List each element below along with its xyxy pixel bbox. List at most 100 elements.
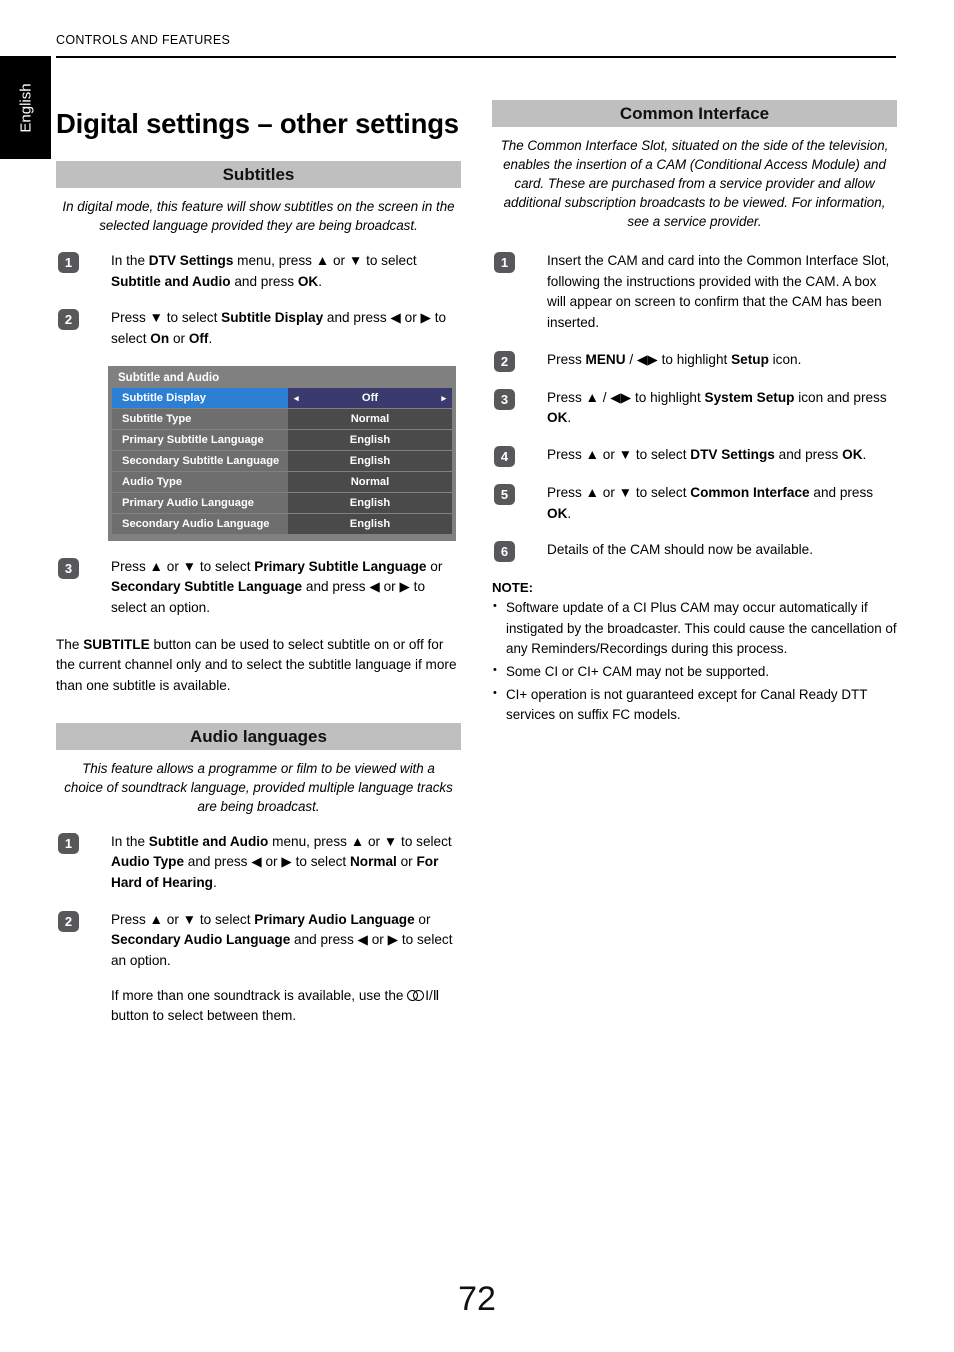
step-part-bold: DTV Settings [148, 253, 234, 269]
tv-menu-row-value[interactable]: Normal [288, 471, 452, 492]
step-badge: 1 [58, 252, 79, 274]
audio-languages-intro: This feature allows a programme or film … [64, 760, 453, 814]
step-badge: 6 [494, 541, 515, 563]
step-item: 5 Press ▲ or ▼ to select Common Interfac… [492, 483, 897, 524]
step-part: . [567, 505, 572, 521]
step-text: In the Subtitle and Audio menu, press ▲ … [111, 832, 461, 894]
step-text: Press ▲ or ▼ to select Common Interface … [547, 483, 897, 524]
tv-menu-row-value[interactable]: ◂ Off ▸ [288, 387, 452, 408]
step-part: menu, press ▲ or ▼ to select [268, 833, 452, 849]
step-part: and press [774, 447, 843, 463]
tv-menu-row-label: Secondary Subtitle Language [112, 450, 288, 471]
step-part: or [169, 331, 189, 347]
step-text: Details of the CAM should now be availab… [547, 542, 813, 558]
step-item: 2 Press ▼ to select Subtitle Display and… [56, 308, 461, 349]
subtitle-button-paragraph: The SUBTITLE button can be used to selec… [56, 635, 461, 697]
tv-menu-row-value[interactable]: Normal [288, 408, 452, 429]
step-badge: 2 [58, 910, 79, 932]
step-item: 1 Insert the CAM and card into the Commo… [492, 251, 897, 334]
step-item: 3 Press ▲ / ◀▶ to highlight System Setup… [492, 388, 897, 429]
soundtrack-note: If more than one soundtrack is available… [111, 986, 461, 1027]
step-item: 2 Press ▲ or ▼ to select Primary Audio L… [56, 910, 461, 1027]
note-part: If more than one soundtrack is available… [111, 987, 408, 1003]
step-part-bold: Subtitle Display [221, 310, 324, 326]
step-text: Press ▼ to select Subtitle Display and p… [111, 308, 461, 349]
tv-menu-row-primary-subtitle-language[interactable]: Primary Subtitle Language English [112, 429, 452, 450]
step-part: Press ▲ or ▼ to select [111, 911, 255, 927]
note-list-item: Some CI or CI+ CAM may not be supported. [492, 662, 897, 682]
step-part-bold: Primary Audio Language [254, 911, 415, 927]
step-badge: 2 [58, 309, 79, 331]
step-text: Press ▲ / ◀▶ to highlight System Setup i… [547, 388, 897, 429]
step-badge: 2 [494, 350, 515, 372]
step-item: 1 In the DTV Settings menu, press ▲ or ▼… [56, 251, 461, 292]
step-part-bold: OK [547, 505, 568, 521]
step-text: Press ▲ or ▼ to select DTV Settings and … [547, 445, 897, 466]
step-part-bold: Subtitle and Audio [111, 273, 231, 289]
tv-menu-row-subtitle-type[interactable]: Subtitle Type Normal [112, 408, 452, 429]
tv-menu-row-value[interactable]: English [288, 429, 452, 450]
note-part: button to select between them. [111, 1008, 297, 1024]
step-text: Press MENU / ◀▶ to highlight Setup icon. [547, 350, 897, 371]
tv-menu-row-secondary-audio-language[interactable]: Secondary Audio Language English [112, 513, 452, 534]
step-part: . [318, 273, 322, 289]
step-part-bold: Common Interface [690, 485, 810, 501]
step-part-bold: Normal [349, 854, 397, 870]
step-part: menu, press ▲ or ▼ to select [233, 253, 417, 269]
tv-menu-row-value[interactable]: English [288, 492, 452, 513]
step-item: 2 Press MENU / ◀▶ to highlight Setup ico… [492, 350, 897, 372]
step-part-bold: Secondary Audio Language [111, 932, 291, 948]
paragraph-part: The [56, 636, 84, 652]
tv-menu-row-value[interactable]: English [288, 450, 452, 471]
tv-menu-row-subtitle-display[interactable]: Subtitle Display ◂ Off ▸ [112, 387, 452, 408]
step-part: and press [230, 273, 298, 289]
step-part: / ◀▶ to highlight [625, 351, 732, 367]
step-part-bold: OK [297, 273, 319, 289]
step-part-bold: Setup [731, 351, 769, 367]
common-interface-intro: The Common Interface Slot, situated on t… [500, 138, 889, 230]
section-header-subtitles: Subtitles [56, 161, 461, 188]
step-item: 1 In the Subtitle and Audio menu, press … [56, 832, 461, 894]
page-number: 72 [458, 1280, 496, 1318]
step-part: or [414, 911, 431, 927]
step-part: . [208, 331, 213, 347]
step-part-bold: Off [188, 331, 209, 347]
step-part: icon and press [794, 389, 887, 405]
paragraph-part-bold: SUBTITLE [83, 636, 150, 652]
header-rule [56, 56, 896, 58]
step-part: . [212, 875, 217, 891]
tv-menu-row-primary-audio-language[interactable]: Primary Audio Language English [112, 492, 452, 513]
caret-left-icon[interactable]: ◂ [294, 388, 299, 408]
step-text: In the DTV Settings menu, press ▲ or ▼ t… [111, 251, 461, 292]
step-part: Press ▲ or ▼ to select [111, 558, 255, 574]
running-head: CONTROLS AND FEATURES [56, 33, 231, 47]
step-text: Press ▲ or ▼ to select Primary Audio Lan… [111, 910, 461, 1027]
section-header-common-interface: Common Interface [492, 100, 897, 127]
step-part: Press [547, 351, 586, 367]
language-tab: English [0, 56, 51, 159]
step-part-bold: Audio Type [111, 854, 184, 870]
step-item: 3 Press ▲ or ▼ to select Primary Subtitl… [56, 557, 461, 619]
step-part-bold: On [150, 331, 170, 347]
note-list-item: Software update of a CI Plus CAM may occ… [492, 598, 897, 658]
step-part-bold: Secondary Subtitle Language [111, 579, 303, 595]
step-part: or [426, 558, 443, 574]
tv-menu-row-audio-type[interactable]: Audio Type Normal [112, 471, 452, 492]
tv-menu-row-label: Primary Subtitle Language [112, 429, 288, 450]
step-badge: 1 [494, 252, 515, 274]
step-part-bold: System Setup [704, 389, 795, 405]
step-part: icon. [768, 351, 802, 367]
stereo-dual-sound-icon [407, 989, 425, 1001]
step-part: In the [111, 833, 149, 849]
step-part: Press ▲ / ◀▶ to highlight [547, 389, 705, 405]
tv-menu-row-label: Secondary Audio Language [112, 513, 288, 534]
step-part: In the [111, 253, 149, 269]
subtitles-intro: In digital mode, this feature will show … [62, 199, 455, 234]
tv-menu-row-value[interactable]: English [288, 513, 452, 534]
tv-menu-row-secondary-subtitle-language[interactable]: Secondary Subtitle Language English [112, 450, 452, 471]
tv-menu-row-label: Primary Audio Language [112, 492, 288, 513]
step-part: and press ◀ or ▶ to select [184, 854, 350, 870]
step-part-bold: DTV Settings [690, 447, 775, 463]
caret-right-icon[interactable]: ▸ [441, 388, 446, 408]
step-text: Insert the CAM and card into the Common … [547, 253, 890, 331]
